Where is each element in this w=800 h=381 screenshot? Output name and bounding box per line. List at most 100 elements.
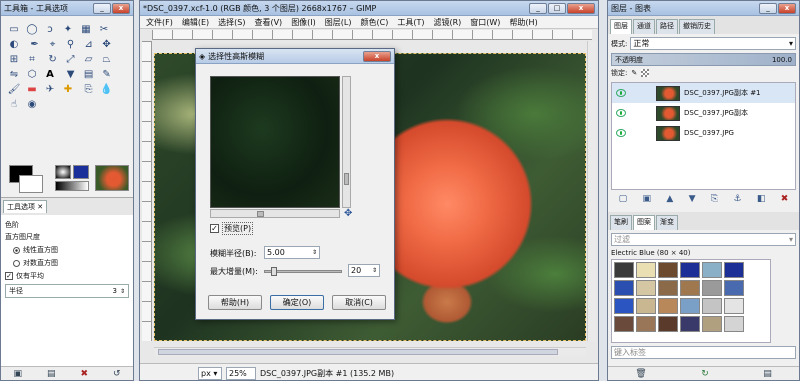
pattern-swatch[interactable]: [702, 316, 722, 332]
layers-titlebar[interactable]: 图层 - 图表 _ x: [608, 1, 799, 16]
rect-select-icon[interactable]: ▭: [7, 22, 22, 37]
bucket-fill-icon[interactable]: ▼: [63, 67, 78, 82]
minimize-button[interactable]: _: [759, 2, 777, 14]
layer-row[interactable]: DSC_0397.JPG: [612, 123, 795, 143]
tab-layers[interactable]: 图层: [610, 19, 632, 34]
opacity-row[interactable]: 不透明度 100.0: [611, 53, 796, 66]
menu-item[interactable]: 窗口(W): [470, 17, 500, 28]
pattern-preview[interactable]: [73, 165, 89, 179]
pattern-swatch[interactable]: [724, 298, 744, 314]
pattern-swatch[interactable]: [614, 262, 634, 278]
pattern-swatch[interactable]: [724, 316, 744, 332]
mode-select[interactable]: 正常 ▾: [630, 37, 796, 50]
lock-pixels-icon[interactable]: ✎: [631, 69, 637, 77]
heal-icon[interactable]: ✚: [61, 82, 76, 97]
pattern-swatch[interactable]: [658, 298, 678, 314]
new-group-icon[interactable]: ▣: [643, 194, 652, 204]
preview-vscroll[interactable]: [342, 76, 351, 208]
pattern-swatch[interactable]: [636, 298, 656, 314]
tab-tool-options[interactable]: 工具选项 ✕: [3, 200, 48, 213]
mask-icon[interactable]: ◧: [757, 194, 766, 204]
pattern-swatch[interactable]: [724, 262, 744, 278]
menu-item[interactable]: 帮助(H): [509, 17, 537, 28]
cancel-button[interactable]: 取消(C): [332, 295, 386, 310]
delete-layer-icon[interactable]: ✖: [781, 194, 789, 204]
pattern-swatch[interactable]: [680, 262, 700, 278]
tab-brushes[interactable]: 笔刷: [610, 215, 632, 230]
tab-undo-history[interactable]: 撤销历史: [679, 19, 715, 34]
navigate-icon[interactable]: ✥: [344, 208, 352, 219]
visibility-eye-icon[interactable]: [616, 129, 626, 137]
menu-item[interactable]: 滤镜(R): [433, 17, 461, 28]
visibility-eye-icon[interactable]: [616, 89, 626, 97]
maximize-button[interactable]: □: [548, 2, 566, 14]
checkbox-average[interactable]: ✓ 仅有平均: [5, 271, 129, 281]
pattern-swatch[interactable]: [658, 280, 678, 296]
radius-field[interactable]: 半径 3 ⇕: [5, 284, 129, 298]
tab-paths[interactable]: 路径: [656, 19, 678, 34]
pattern-swatch[interactable]: [658, 262, 678, 278]
pattern-swatch[interactable]: [680, 316, 700, 332]
tab-gradients[interactable]: 渐变: [656, 215, 678, 230]
airbrush-icon[interactable]: ✈: [43, 82, 58, 97]
shear-icon[interactable]: ▱: [81, 52, 96, 67]
vertical-scrollbar[interactable]: [587, 41, 596, 341]
image-titlebar[interactable]: *DSC_0397.xcf-1.0 (RGB 颜色, 3 个图层) 2668x1…: [140, 1, 598, 16]
free-select-icon[interactable]: ↄ: [43, 22, 58, 37]
menu-item[interactable]: 文件(F): [146, 17, 173, 28]
save-options-icon[interactable]: ▣: [13, 369, 22, 379]
color-picker-icon[interactable]: ⌖: [45, 37, 60, 52]
pattern-swatch[interactable]: [614, 316, 634, 332]
perspective-icon[interactable]: ⏢: [99, 52, 114, 67]
pattern-swatch[interactable]: [636, 262, 656, 278]
cage-icon[interactable]: ⬡: [25, 67, 40, 82]
menu-item[interactable]: 图层(L): [325, 17, 352, 28]
ellipse-select-icon[interactable]: ◯: [25, 22, 40, 37]
eraser-icon[interactable]: ▬: [25, 82, 40, 97]
layer-row[interactable]: DSC_0397.JPG副本 #1: [612, 83, 795, 103]
duplicate-layer-icon[interactable]: ⎘: [711, 194, 718, 204]
dodge-burn-icon[interactable]: ◉: [25, 97, 40, 112]
tab-patterns[interactable]: 图案: [633, 215, 655, 230]
lock-alpha-icon[interactable]: [641, 69, 650, 77]
pattern-swatch[interactable]: [614, 298, 634, 314]
crop-icon[interactable]: ⌗: [25, 52, 40, 67]
pattern-swatch[interactable]: [680, 298, 700, 314]
preview-hscroll[interactable]: [210, 209, 340, 218]
preview-checkbox[interactable]: ✓ 预览(P): [210, 222, 254, 235]
open-as-image-icon[interactable]: ▤: [763, 369, 772, 379]
horizontal-scrollbar[interactable]: [154, 347, 586, 356]
paintbrush-icon[interactable]: 🖌: [7, 82, 22, 97]
tab-channels[interactable]: 通道: [633, 19, 655, 34]
pencil-icon[interactable]: ✎: [99, 67, 114, 82]
maxdelta-slider[interactable]: [264, 267, 342, 276]
lower-layer-icon[interactable]: ▼: [689, 194, 696, 204]
dialog-titlebar[interactable]: ◈ 选择性高斯模糊 x: [196, 49, 394, 64]
clone-icon[interactable]: ⎘: [81, 82, 96, 97]
smudge-icon[interactable]: ☝: [7, 97, 22, 112]
scale-icon[interactable]: ⤢: [63, 52, 78, 67]
pattern-swatch[interactable]: [702, 280, 722, 296]
pattern-swatch[interactable]: [680, 280, 700, 296]
reset-options-icon[interactable]: ↺: [113, 369, 121, 379]
pattern-swatch[interactable]: [636, 316, 656, 332]
blur-icon[interactable]: 💧: [99, 82, 114, 97]
align-icon[interactable]: ⊞: [7, 52, 22, 67]
image-thumbnail[interactable]: [95, 165, 129, 191]
preview-area[interactable]: [210, 76, 340, 208]
pattern-swatch[interactable]: [614, 280, 634, 296]
background-color-swatch[interactable]: [19, 175, 43, 193]
menu-item[interactable]: 编辑(E): [182, 17, 209, 28]
pattern-swatch[interactable]: [658, 316, 678, 332]
close-button[interactable]: x: [778, 2, 796, 14]
move-icon[interactable]: ✥: [99, 37, 114, 52]
scissors-icon[interactable]: ✂: [97, 22, 112, 37]
pattern-swatch[interactable]: [702, 262, 722, 278]
zoom-select[interactable]: 25% ▾: [226, 366, 256, 380]
radio-linear[interactable]: 线性直方图: [13, 245, 121, 255]
raise-layer-icon[interactable]: ▲: [666, 194, 673, 204]
radius-input[interactable]: 5.00 ⇕: [264, 246, 320, 259]
toolbox-titlebar[interactable]: 工具箱 - 工具选项 _ x: [1, 1, 133, 16]
dialog-close-button[interactable]: x: [363, 50, 391, 62]
refresh-icon[interactable]: ↻: [701, 369, 709, 379]
